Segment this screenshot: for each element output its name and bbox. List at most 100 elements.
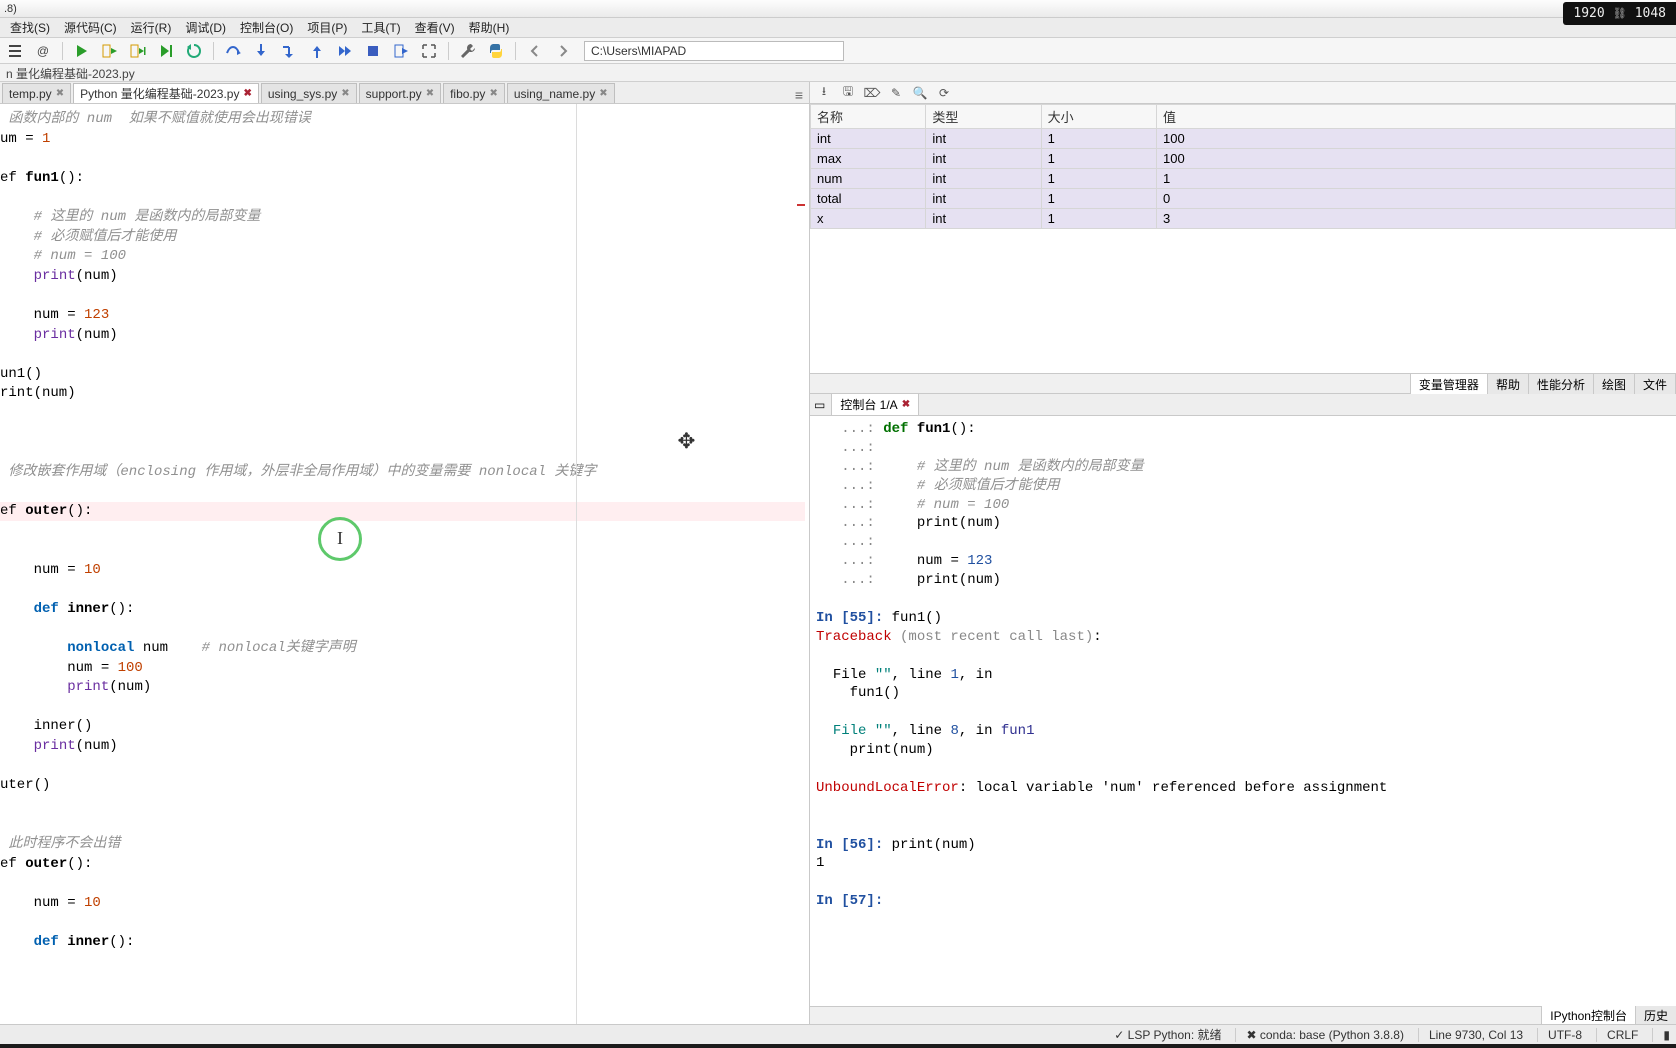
edit-icon[interactable]: ✎ [888, 85, 904, 101]
clear-icon[interactable]: ⌦ [864, 85, 880, 101]
os-taskbar[interactable] [0, 1044, 1676, 1048]
menu-item[interactable]: 查看(V) [409, 17, 461, 38]
right-tab[interactable]: 绘图 [1593, 373, 1635, 395]
table-row[interactable]: numint11 [811, 169, 1676, 189]
table-row[interactable]: intint1100 [811, 129, 1676, 149]
menu-item[interactable]: 项目(P) [301, 17, 353, 38]
close-icon[interactable]: ✖ [341, 88, 349, 99]
var-cell-type: int [926, 169, 1041, 189]
stop-icon[interactable] [362, 40, 384, 62]
table-row[interactable]: xint13 [811, 209, 1676, 229]
console-tab-1[interactable]: 控制台 1/A ✖ [831, 393, 919, 416]
continue-icon[interactable] [334, 40, 356, 62]
status-encoding: UTF-8 [1537, 1028, 1582, 1042]
editor-tab[interactable]: temp.py ✖ [2, 83, 71, 103]
open-file-path: n 量化编程基础-2023.py [0, 64, 1676, 82]
menu-item[interactable]: 运行(R) [125, 17, 178, 38]
editor-tab-label: Python 量化编程基础-2023.py [80, 85, 239, 102]
menu-item[interactable]: 工具(T) [355, 17, 406, 38]
run-selection-icon[interactable] [155, 40, 177, 62]
search-icon[interactable]: 🔍 [912, 85, 928, 101]
var-cell-value: 0 [1157, 189, 1676, 209]
table-row[interactable]: totalint10 [811, 189, 1676, 209]
hamburger-icon[interactable]: ≡ [789, 87, 809, 103]
var-cell-size: 1 [1041, 209, 1156, 229]
var-header[interactable]: 大小 [1041, 105, 1156, 129]
var-cell-size: 1 [1041, 169, 1156, 189]
run-icon[interactable] [71, 40, 93, 62]
ipython-console[interactable]: ...: def fun1(): ...: ...: # 这里的 num 是函数… [810, 416, 1676, 1006]
status-lsp[interactable]: ✓ LSP Python: 就绪 [1114, 1026, 1221, 1043]
var-cell-type: int [926, 129, 1041, 149]
step-out-icon[interactable] [306, 40, 328, 62]
status-eol: CRLF [1596, 1028, 1638, 1042]
var-header[interactable]: 名称 [811, 105, 926, 129]
variable-table[interactable]: 名称类型大小值 intint1100maxint1100numint11tota… [810, 104, 1676, 229]
right-tab[interactable]: 变量管理器 [1410, 373, 1488, 395]
editor-tab[interactable]: using_name.py✖ [507, 83, 615, 103]
menu-item[interactable]: 查找(S) [4, 17, 56, 38]
editor-tab-label: temp.py [9, 87, 52, 101]
wrench-icon[interactable] [457, 40, 479, 62]
python-icon[interactable] [485, 40, 507, 62]
var-cell-name: x [811, 209, 926, 229]
code-editor[interactable]: 函数内部的 num 如果不赋值就使用会出现错误 um = 1 ef fun1()… [0, 104, 809, 1024]
var-header[interactable]: 值 [1157, 105, 1676, 129]
close-icon[interactable]: ✖ [56, 88, 64, 99]
menu-item[interactable]: 调试(D) [179, 17, 232, 38]
editor-tab[interactable]: support.py ✖ [359, 83, 441, 103]
menu-item[interactable]: 源代码(C) [58, 17, 123, 38]
console-menu-icon[interactable]: ▭ [814, 398, 825, 412]
close-icon[interactable]: ✖ [243, 88, 251, 99]
var-header[interactable]: 类型 [926, 105, 1041, 129]
nav-forward-icon[interactable] [552, 40, 574, 62]
run-cell-icon[interactable] [99, 40, 121, 62]
right-tab[interactable]: 帮助 [1487, 373, 1529, 395]
editor-tab-label: support.py [366, 87, 422, 101]
right-tab[interactable]: 文件 [1634, 373, 1676, 395]
table-row[interactable]: maxint1100 [811, 149, 1676, 169]
close-icon[interactable]: ✖ [489, 88, 497, 99]
list-icon[interactable] [4, 40, 26, 62]
refresh-icon[interactable]: ⟳ [936, 85, 952, 101]
step-into-icon[interactable] [250, 40, 272, 62]
menu-bar: 查找(S)源代码(C)运行(R)调试(D)控制台(O)项目(P)工具(T)查看(… [0, 18, 1676, 38]
close-icon[interactable]: ✖ [902, 399, 910, 410]
window-titlebar: .8) [0, 0, 1676, 18]
status-conda[interactable]: ✖ conda: base (Python 3.8.8) [1235, 1028, 1403, 1042]
console-bottom-tab[interactable]: 历史 [1635, 1006, 1676, 1025]
var-cell-value: 3 [1157, 209, 1676, 229]
var-cell-name: int [811, 129, 926, 149]
resolution-overlay: 1920 ⛓ 1048 [1563, 2, 1676, 25]
var-cell-size: 1 [1041, 189, 1156, 209]
editor-tab[interactable]: Python 量化编程基础-2023.py ✖ [73, 83, 259, 103]
right-tab[interactable]: 性能分析 [1528, 373, 1594, 395]
menu-item[interactable]: 控制台(O) [234, 17, 299, 38]
step-in2-icon[interactable] [278, 40, 300, 62]
nav-back-icon[interactable] [524, 40, 546, 62]
var-cell-name: num [811, 169, 926, 189]
console-bottom-tab[interactable]: IPython控制台 [1541, 1006, 1635, 1025]
status-mem: ▮ [1652, 1028, 1670, 1042]
download-icon[interactable]: ⭳ [816, 85, 832, 101]
right-mini-toolbar: ⭳ 🖫 ⌦ ✎ 🔍 ⟳ [810, 82, 1676, 104]
link-icon: ⛓ [1613, 7, 1627, 20]
step-over-icon[interactable] [222, 40, 244, 62]
close-icon[interactable]: ✖ [426, 88, 434, 99]
save-icon[interactable]: 🖫 [840, 85, 856, 101]
menu-item[interactable]: 帮助(H) [463, 17, 516, 38]
at-icon[interactable]: @ [32, 40, 54, 62]
run-cell-advance-icon[interactable] [127, 40, 149, 62]
exit-debug-icon[interactable] [390, 40, 412, 62]
expand-icon[interactable] [418, 40, 440, 62]
overlay-width: 1920 [1573, 6, 1604, 21]
var-cell-value: 100 [1157, 129, 1676, 149]
var-cell-size: 1 [1041, 149, 1156, 169]
editor-tab[interactable]: fibo.py✖ [443, 83, 505, 103]
overlay-height: 1048 [1635, 6, 1666, 21]
restart-run-icon[interactable] [183, 40, 205, 62]
editor-tab[interactable]: using_sys.py✖ [261, 83, 357, 103]
working-dir-field[interactable]: C:\Users\MIAPAD [584, 41, 844, 61]
close-icon[interactable]: ✖ [599, 88, 607, 99]
var-cell-value: 100 [1157, 149, 1676, 169]
